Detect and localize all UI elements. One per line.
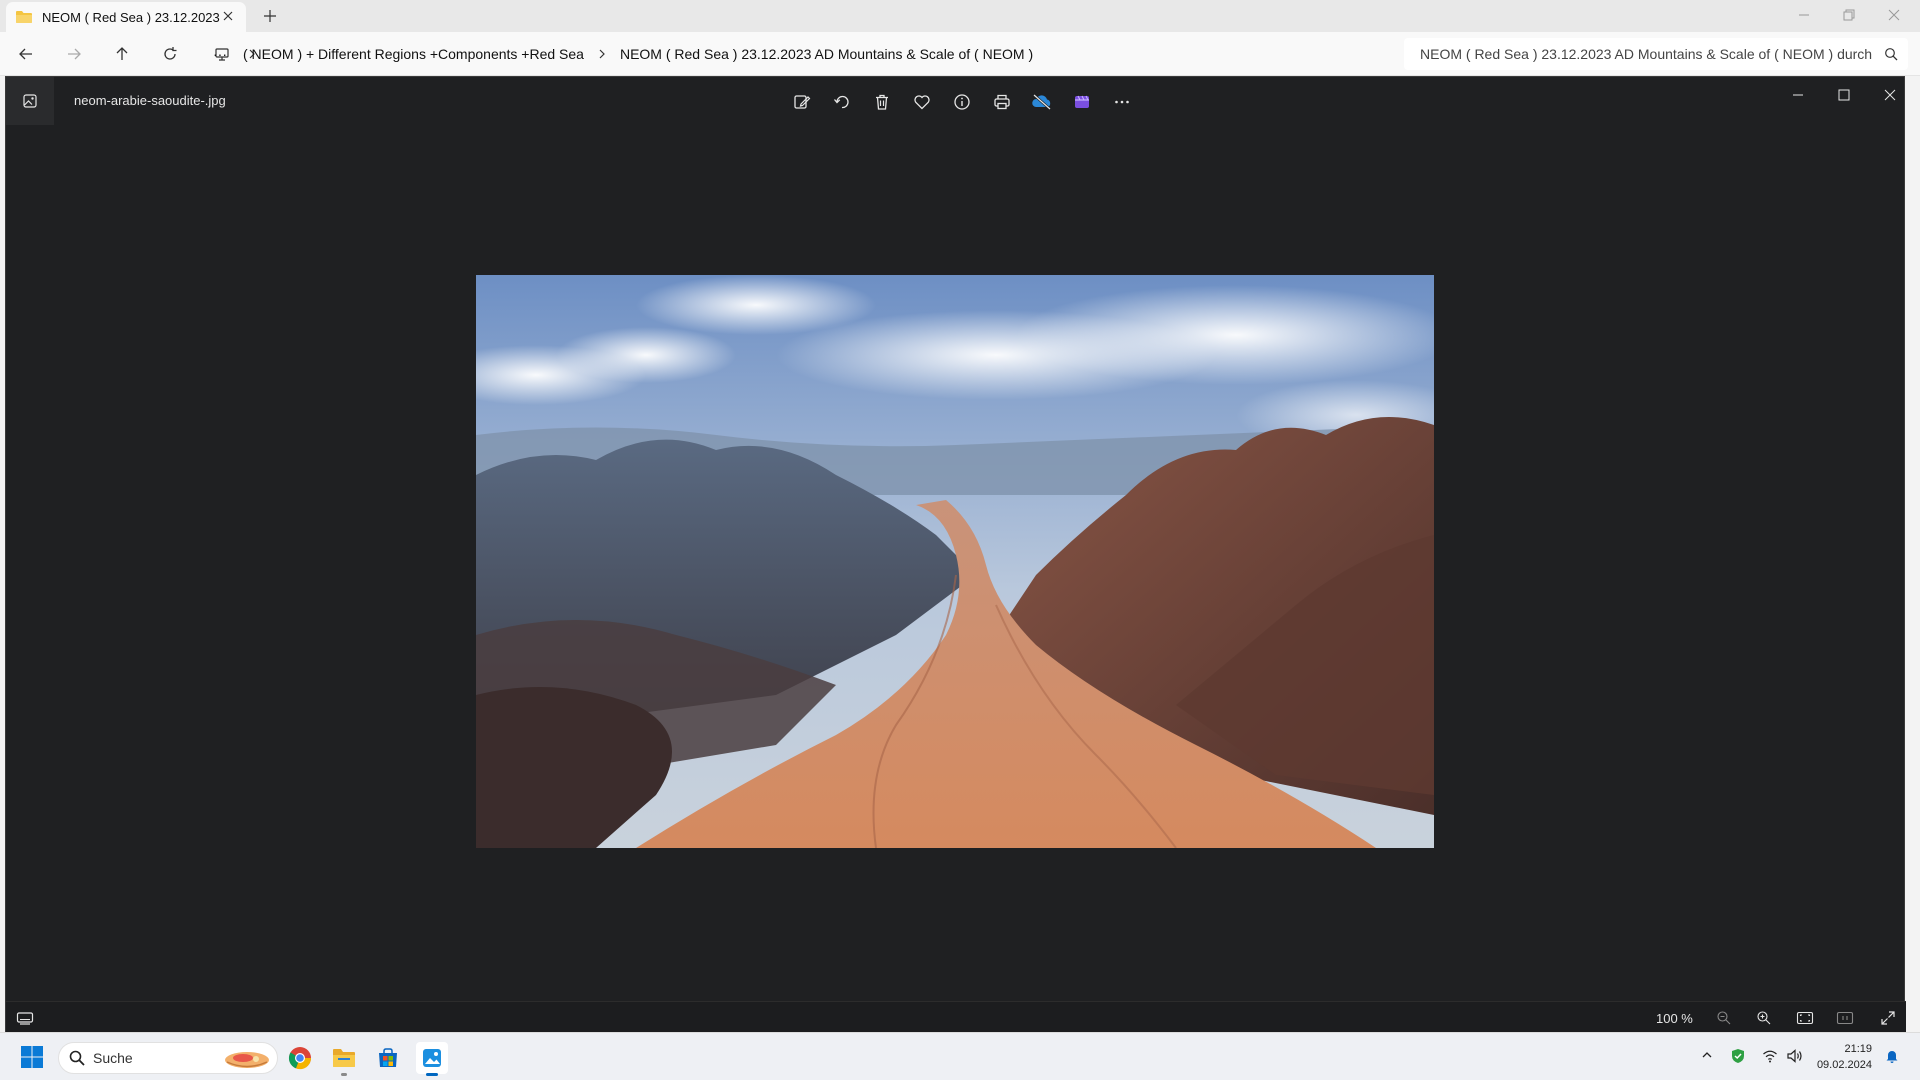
chevron-up-icon[interactable] bbox=[1700, 1048, 1714, 1062]
clipchamp-icon[interactable] bbox=[1062, 89, 1102, 115]
taskbar-clock[interactable]: 21:19 09.02.2024 bbox=[1812, 1041, 1872, 1073]
viewer-maximize-icon[interactable] bbox=[1836, 87, 1852, 103]
explorer-search-text: NEOM ( Red Sea ) 23.12.2023 AD Mountains… bbox=[1420, 46, 1873, 62]
photos-viewer-window: neom-arabie-saoudite-.jpg 100 % bbox=[5, 76, 1906, 1033]
running-indicator bbox=[341, 1073, 347, 1076]
photos-icon[interactable] bbox=[416, 1042, 448, 1076]
zoom-out-icon[interactable] bbox=[1716, 1010, 1732, 1026]
forward-arrow-icon[interactable] bbox=[66, 46, 82, 62]
close-window-icon[interactable] bbox=[1886, 7, 1902, 23]
search-highlight-icon bbox=[223, 1047, 271, 1071]
file-explorer-icon[interactable] bbox=[328, 1042, 360, 1076]
breadcrumb-overflow[interactable]: ··· bbox=[205, 46, 235, 62]
clock-time: 21:19 bbox=[1844, 1043, 1872, 1055]
chrome-icon[interactable] bbox=[284, 1042, 316, 1074]
minimize-icon[interactable] bbox=[1796, 7, 1812, 23]
explorer-address-bar: ··· ( NEOM ) + Different Regions +Compon… bbox=[0, 32, 1920, 76]
edit-icon[interactable] bbox=[782, 89, 822, 115]
actual-size-icon[interactable] bbox=[1836, 1010, 1854, 1026]
rotate-icon[interactable] bbox=[822, 89, 862, 115]
search-icon bbox=[69, 1050, 85, 1066]
explorer-search-input[interactable]: NEOM ( Red Sea ) 23.12.2023 AD Mountains… bbox=[1404, 38, 1908, 70]
up-arrow-icon[interactable] bbox=[114, 46, 130, 62]
taskbar-search-label: Suche bbox=[93, 1050, 133, 1066]
breadcrumb-segment-parent[interactable]: ( NEOM ) + Different Regions +Components… bbox=[235, 46, 592, 62]
security-shield-icon[interactable] bbox=[1730, 1048, 1746, 1064]
chevron-right-icon[interactable] bbox=[592, 46, 612, 62]
breadcrumb: ··· ( NEOM ) + Different Regions +Compon… bbox=[205, 39, 1400, 69]
onedrive-icon[interactable] bbox=[1022, 89, 1062, 115]
taskbar: Suche 21:19 09.02.2024 bbox=[0, 1032, 1920, 1080]
viewer-toolbar bbox=[782, 89, 1142, 115]
delete-icon[interactable] bbox=[862, 89, 902, 115]
zoom-in-icon[interactable] bbox=[1756, 1010, 1772, 1026]
volume-icon[interactable] bbox=[1786, 1048, 1804, 1064]
displayed-photo[interactable] bbox=[476, 275, 1434, 848]
notification-bell-icon[interactable] bbox=[1884, 1048, 1900, 1064]
gallery-button[interactable] bbox=[6, 77, 54, 125]
info-icon[interactable] bbox=[942, 89, 982, 115]
more-icon[interactable] bbox=[1102, 89, 1142, 115]
search-icon[interactable] bbox=[1884, 47, 1898, 61]
taskbar-search-box[interactable]: Suche bbox=[58, 1042, 278, 1074]
restore-icon[interactable] bbox=[1841, 7, 1857, 23]
breadcrumb-segment-current[interactable]: NEOM ( Red Sea ) 23.12.2023 AD Mountains… bbox=[612, 46, 1041, 62]
viewer-title-bar: neom-arabie-saoudite-.jpg bbox=[6, 77, 1906, 125]
close-tab-icon[interactable] bbox=[222, 10, 234, 22]
active-indicator bbox=[426, 1073, 438, 1076]
explorer-tab[interactable]: NEOM ( Red Sea ) 23.12.2023 bbox=[6, 2, 246, 32]
gallery-icon bbox=[22, 93, 38, 109]
back-arrow-icon[interactable] bbox=[18, 46, 34, 62]
viewer-minimize-icon[interactable] bbox=[1790, 87, 1806, 103]
filmstrip-icon[interactable] bbox=[16, 1010, 34, 1026]
new-tab-icon[interactable] bbox=[262, 8, 278, 24]
favorite-icon[interactable] bbox=[902, 89, 942, 115]
print-icon[interactable] bbox=[982, 89, 1022, 115]
explorer-tab-strip: NEOM ( Red Sea ) 23.12.2023 bbox=[0, 0, 1920, 32]
folder-icon bbox=[16, 10, 32, 24]
full-screen-icon[interactable] bbox=[1880, 1010, 1896, 1026]
fit-to-window-icon[interactable] bbox=[1796, 1010, 1814, 1026]
clock-date: 09.02.2024 bbox=[1816, 1059, 1872, 1071]
wifi-icon[interactable] bbox=[1762, 1048, 1778, 1064]
zoom-level: 100 % bbox=[1656, 1011, 1693, 1026]
viewer-status-bar: 100 % bbox=[6, 1001, 1906, 1033]
microsoft-store-icon[interactable] bbox=[372, 1042, 404, 1074]
viewer-close-icon[interactable] bbox=[1882, 87, 1898, 103]
refresh-icon[interactable] bbox=[162, 46, 178, 62]
explorer-tab-title: NEOM ( Red Sea ) 23.12.2023 bbox=[42, 9, 220, 25]
file-name: neom-arabie-saoudite-.jpg bbox=[74, 93, 226, 108]
windows-start-icon[interactable] bbox=[20, 1045, 44, 1069]
